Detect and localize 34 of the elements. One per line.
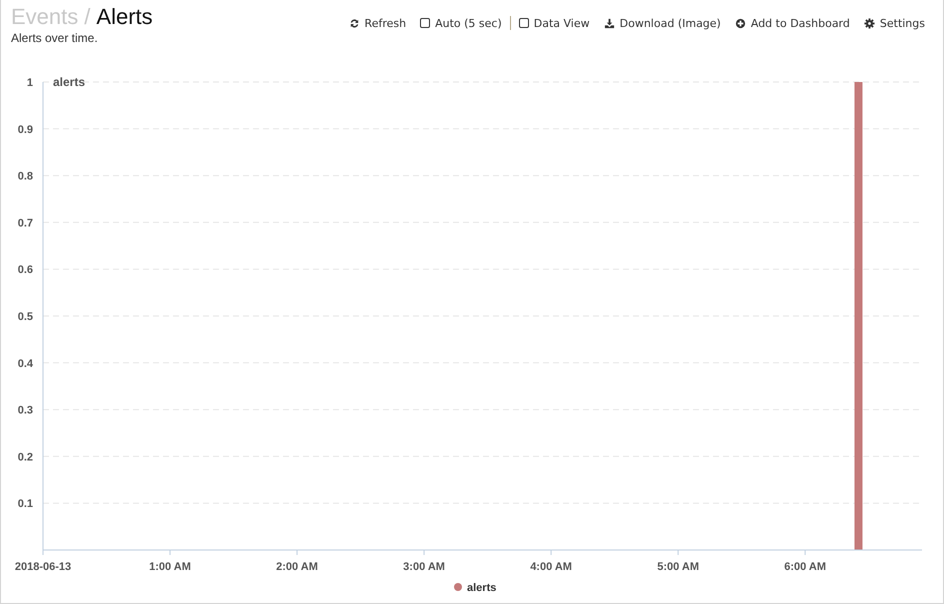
legend-label[interactable]: alerts xyxy=(467,582,496,594)
y-axis-label: 0.4 xyxy=(18,358,33,370)
x-axis-label: 2:00 AM xyxy=(276,561,318,573)
breadcrumb-separator: / xyxy=(84,4,90,30)
checkbox-option[interactable]: Auto (5 sec) xyxy=(420,16,502,30)
x-axis-label: 2018-06-13 xyxy=(14,561,72,573)
y-axis-label: 0.3 xyxy=(18,404,33,417)
page-subtitle: Alerts over time. xyxy=(11,31,99,45)
settings-icon xyxy=(864,18,875,28)
y-axis-label: 1 xyxy=(26,77,33,89)
plus-icon xyxy=(734,18,746,28)
checkbox[interactable] xyxy=(420,18,430,28)
y-axis-label: 0.7 xyxy=(18,217,33,230)
page-title: Alerts xyxy=(96,4,153,30)
axis-title: alerts xyxy=(53,75,86,89)
add-button[interactable]: Add to Dashboard xyxy=(734,16,850,30)
checkbox-option[interactable]: Data View xyxy=(518,16,590,30)
download-button[interactable]: Download (Image) xyxy=(604,16,721,30)
x-axis-label: 3:00 AM xyxy=(403,561,445,573)
y-axis-label: 0.2 xyxy=(18,451,33,464)
settings-button[interactable]: Settings xyxy=(864,16,925,30)
x-axis-label: 1:00 AM xyxy=(149,561,191,573)
x-axis-label: 6:00 AM xyxy=(784,561,826,573)
refresh-button[interactable]: Refresh xyxy=(348,16,406,30)
y-axis-label: 0.5 xyxy=(18,311,33,323)
refresh-icon xyxy=(348,18,360,28)
download-icon xyxy=(604,18,615,28)
x-axis-label: 5:00 AM xyxy=(657,561,699,573)
y-axis-label: 0.8 xyxy=(18,170,33,183)
checkbox[interactable] xyxy=(518,18,529,28)
x-axis-label: 4:00 AM xyxy=(530,561,572,573)
y-axis-label: 0.9 xyxy=(18,124,33,136)
y-axis-label: 0.1 xyxy=(18,498,33,510)
y-axis-label: 0.6 xyxy=(18,264,33,276)
